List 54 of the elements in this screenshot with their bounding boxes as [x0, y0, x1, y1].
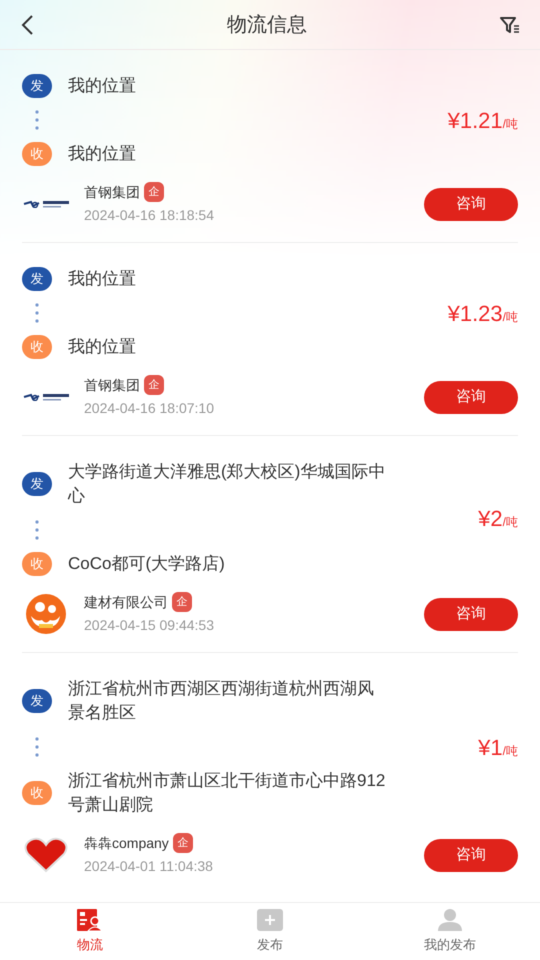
- page-title: 物流信息: [227, 12, 307, 38]
- company-name: 首钢集团: [84, 376, 140, 395]
- consult-button[interactable]: 咨询: [424, 380, 518, 414]
- price: ¥1.21: [448, 106, 503, 134]
- dotted-line-icon: [35, 737, 39, 757]
- filter-icon[interactable]: [500, 16, 520, 34]
- tab-item[interactable]: 物流: [0, 903, 180, 960]
- dotted-line-icon: [35, 303, 39, 323]
- consult-button[interactable]: 咨询: [424, 188, 518, 220]
- destination-address: 浙江省杭州市萧山区北干街道市心中路912号萧山剧院: [68, 770, 386, 816]
- tab-item[interactable]: 我的发布: [360, 903, 540, 960]
- origin-tag: 发: [22, 472, 52, 496]
- add-icon: [257, 908, 283, 931]
- destination-tag: 收: [22, 781, 52, 805]
- origin-address: 我的位置: [68, 75, 137, 97]
- back-icon[interactable]: [20, 14, 34, 36]
- enterprise-badge: 企: [172, 833, 193, 853]
- tab-icon: [77, 908, 103, 931]
- dotted-line-icon: [35, 520, 39, 540]
- post-time: 2024-04-16 18:07:10: [84, 399, 215, 418]
- price: ¥1.23: [448, 300, 503, 328]
- origin-address: 浙江省杭州市西湖区西湖街道杭州西湖风景名胜区: [68, 678, 375, 724]
- destination-address: 我的位置: [68, 143, 137, 165]
- company-name: 首钢集团: [84, 183, 140, 202]
- post-time: 2024-04-01 11:04:38: [84, 857, 214, 876]
- origin-tag: 发: [22, 689, 52, 713]
- destination-tag: 收: [22, 335, 52, 359]
- company-name: 犇犇company: [84, 834, 169, 853]
- post-time: 2024-04-15 09:44:53: [84, 616, 215, 635]
- company-logo: [22, 835, 70, 875]
- destination-address: CoCo都可(大学路店): [68, 553, 226, 575]
- destination-tag: 收: [22, 552, 52, 576]
- profile-icon: [438, 908, 462, 931]
- post-time: 2024-04-16 18:18:54: [84, 206, 215, 225]
- price-unit: /吨: [502, 308, 518, 326]
- enterprise-badge: 企: [172, 592, 192, 612]
- company-logo: [23, 393, 69, 401]
- origin-address: 我的位置: [68, 268, 137, 290]
- enterprise-badge: 企: [144, 182, 164, 202]
- destination-address: 我的位置: [68, 336, 137, 358]
- enterprise-badge: 企: [144, 375, 164, 395]
- price-unit: /吨: [502, 514, 518, 530]
- consult-button[interactable]: 咨询: [424, 838, 518, 872]
- price-unit: /吨: [502, 742, 518, 760]
- company-name: 建材有限公司: [84, 593, 168, 612]
- price: ¥1: [478, 734, 503, 762]
- tab-item[interactable]: 发布: [180, 903, 360, 960]
- origin-address: 大学路街道大洋雅思(郑大校区)华城国际中心: [68, 461, 386, 507]
- dotted-line-icon: [35, 110, 39, 130]
- consult-button[interactable]: 咨询: [424, 598, 518, 630]
- company-logo: [23, 200, 69, 208]
- price-unit: /吨: [502, 116, 518, 132]
- origin-tag: 发: [22, 267, 52, 291]
- price: ¥2: [478, 504, 503, 532]
